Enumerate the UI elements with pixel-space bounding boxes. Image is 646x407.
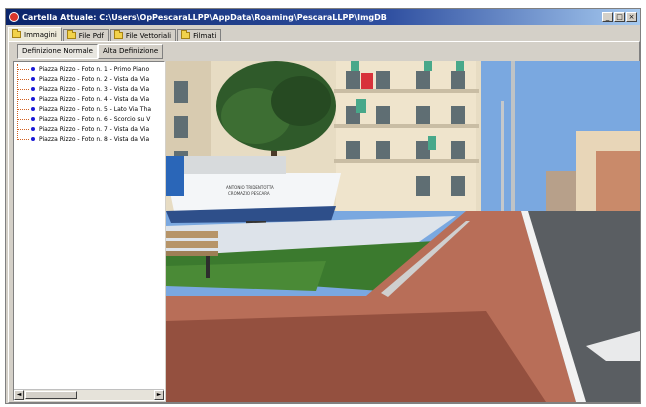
tree-item-label: Piazza Rizzo - Foto n. 1 - Primo Piano <box>39 65 150 73</box>
tab-label: File Pdf <box>78 31 104 40</box>
tree-item-5[interactable]: Piazza Rizzo - Foto n. 5 - Lato Via Tha <box>17 104 162 114</box>
tree-branch <box>17 138 29 140</box>
tree-item-label: Piazza Rizzo - Foto n. 8 - Vista da Via <box>39 135 150 143</box>
tab-label: Filmati <box>193 31 217 40</box>
folder-icon <box>113 30 123 39</box>
tab-file-pdf[interactable]: File Pdf <box>62 29 109 41</box>
maximize-button[interactable]: □ <box>614 12 625 22</box>
window-title: Cartella Attuale: C:\Users\OpPescaraLLPP… <box>22 12 387 22</box>
bullet-icon <box>31 117 35 121</box>
tree-item-label: Piazza Rizzo - Foto n. 7 - Vista da Via <box>39 125 150 133</box>
tree-item-4[interactable]: Piazza Rizzo - Foto n. 4 - Vista da Via <box>17 94 162 104</box>
tab-bar: Immagini File Pdf File Vettoriali Filmat… <box>8 27 222 41</box>
minimize-button[interactable]: _ <box>602 12 613 22</box>
tab-label: Immagini <box>24 30 57 39</box>
tree-branch <box>17 68 29 70</box>
title-bar[interactable]: Cartella Attuale: C:\Users\OpPescaraLLPP… <box>6 9 640 25</box>
tree-branch <box>17 118 29 120</box>
tab-immagini[interactable]: Immagini <box>8 27 62 41</box>
resolution-toolbar: Definizione Normale Alta Definizione <box>17 44 164 59</box>
tree-item-label: Piazza Rizzo - Foto n. 2 - Vista da Via <box>39 75 150 83</box>
bullet-icon <box>31 67 35 71</box>
tree-list: Piazza Rizzo - Foto n. 1 - Primo Piano P… <box>17 64 162 144</box>
folder-icon <box>181 30 191 39</box>
photo-preview: ANTONIO TRIDENTOTTA CROMAZIO PESCARA <box>166 61 640 402</box>
tab-file-vettoriali[interactable]: File Vettoriali <box>109 29 177 41</box>
boat-name-text: ANTONIO TRIDENTOTTA <box>226 185 274 190</box>
tab-filmati[interactable]: Filmati <box>177 29 222 41</box>
bullet-icon <box>31 97 35 101</box>
scroll-left-arrow-icon[interactable]: ◄ <box>14 390 24 400</box>
tree-item-1[interactable]: Piazza Rizzo - Foto n. 1 - Primo Piano <box>17 64 162 74</box>
tree-item-label: Piazza Rizzo - Foto n. 5 - Lato Via Tha <box>39 105 152 113</box>
scroll-right-arrow-icon[interactable]: ► <box>154 390 164 400</box>
bullet-icon <box>31 127 35 131</box>
piazza-photo-image: ANTONIO TRIDENTOTTA CROMAZIO PESCARA <box>166 61 640 402</box>
tree-branch <box>17 128 29 130</box>
high-definition-button[interactable]: Alta Definizione <box>98 44 164 59</box>
app-window: Cartella Attuale: C:\Users\OpPescaraLLPP… <box>5 8 641 404</box>
close-button[interactable]: × <box>626 12 637 22</box>
horizontal-scrollbar[interactable]: ◄ ► <box>14 389 164 400</box>
tree-branch <box>17 98 29 100</box>
tree-item-label: Piazza Rizzo - Foto n. 3 - Vista da Via <box>39 85 150 93</box>
bullet-icon <box>31 87 35 91</box>
tree-branch <box>17 108 29 110</box>
window-controls: _ □ × <box>602 12 637 22</box>
folder-icon <box>66 30 76 39</box>
bullet-icon <box>31 107 35 111</box>
tree-item-label: Piazza Rizzo - Foto n. 6 - Scorcio su V <box>39 115 151 123</box>
tab-panel-immagini: Definizione Normale Alta Definizione Pia… <box>8 41 640 403</box>
normal-definition-button[interactable]: Definizione Normale <box>17 44 98 59</box>
app-icon <box>9 12 19 22</box>
image-tree[interactable]: Piazza Rizzo - Foto n. 1 - Primo Piano P… <box>13 61 165 401</box>
boat-port-text: CROMAZIO PESCARA <box>228 191 270 196</box>
tree-branch <box>17 88 29 90</box>
tree-item-2[interactable]: Piazza Rizzo - Foto n. 2 - Vista da Via <box>17 74 162 84</box>
folder-icon <box>12 29 21 38</box>
tree-branch <box>17 78 29 80</box>
bullet-icon <box>31 137 35 141</box>
scroll-thumb[interactable] <box>25 391 77 399</box>
tree-item-3[interactable]: Piazza Rizzo - Foto n. 3 - Vista da Via <box>17 84 162 94</box>
tree-item-6[interactable]: Piazza Rizzo - Foto n. 6 - Scorcio su V <box>17 114 162 124</box>
tree-item-8[interactable]: Piazza Rizzo - Foto n. 8 - Vista da Via <box>17 134 162 144</box>
tree-item-7[interactable]: Piazza Rizzo - Foto n. 7 - Vista da Via <box>17 124 162 134</box>
tree-item-label: Piazza Rizzo - Foto n. 4 - Vista da Via <box>39 95 150 103</box>
bullet-icon <box>31 77 35 81</box>
tab-label: File Vettoriali <box>125 31 172 40</box>
